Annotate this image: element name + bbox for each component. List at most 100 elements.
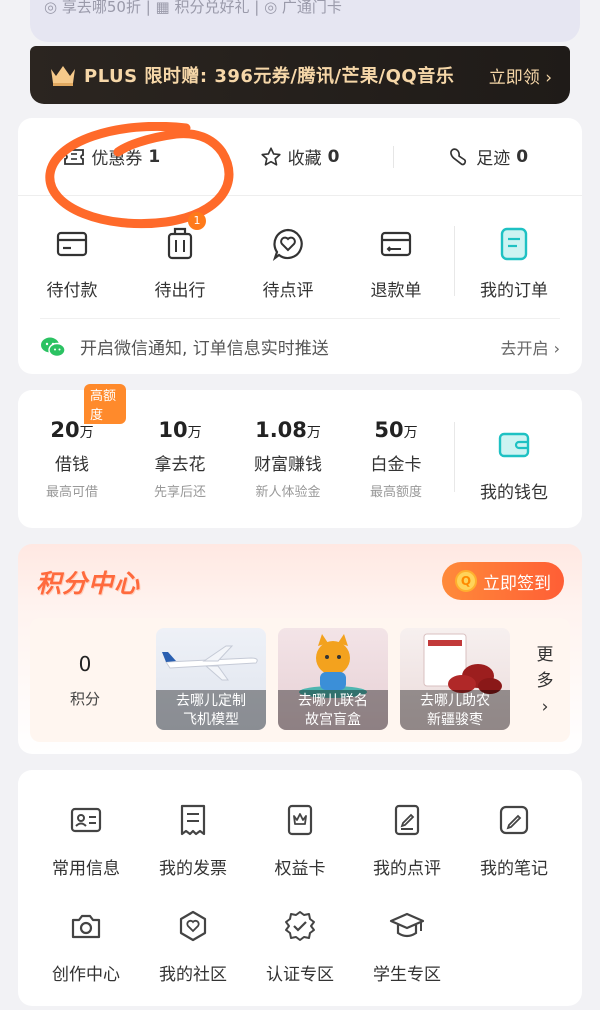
stat-coupon[interactable]: 优惠券 1 [18, 144, 206, 169]
stat-label: 收藏 [287, 149, 322, 169]
finance-subtext: 最高可借 [45, 485, 98, 500]
tool-label: 权益卡 [274, 859, 326, 879]
tool-invoice[interactable]: 我的发票 [143, 800, 243, 879]
finance-name: 拿去花 [154, 455, 206, 475]
star-icon [260, 146, 281, 166]
stat-favorites[interactable]: 收藏 0 [206, 144, 394, 169]
order-label: 待出行 [154, 281, 206, 301]
order-status-row: 待付款 1 待出行 待点评 退款单 我的订单 [18, 212, 582, 324]
finance-amount: 1.08万 [255, 418, 321, 442]
my-wallet-button[interactable]: 我的钱包 [460, 390, 568, 528]
product-caption: 去哪儿助农 新疆骏枣 [400, 690, 510, 730]
order-pending-review[interactable]: 待点评 [234, 214, 342, 324]
top-promo-strip: ◎ 享去哪50折 | ▦ 积分兑好礼 | ◎ 广通门卡 [30, 0, 580, 42]
notification-badge: 1 [188, 212, 206, 230]
product-caption: 去哪儿联名 故宫盲盒 [278, 690, 388, 730]
finance-loan[interactable]: 高额度 20万 借钱 最高可借 [18, 384, 126, 528]
community-icon [173, 906, 213, 946]
footprint-icon [450, 147, 467, 165]
wallet-card-icon [50, 224, 94, 264]
notify-text: 开启微信通知, 订单信息实时推送 [80, 339, 329, 359]
order-label: 退款单 [370, 281, 422, 301]
airplane-model-image [162, 645, 258, 681]
finance-wealth[interactable]: 1.08万 财富赚钱 新人体验金 [234, 390, 342, 528]
tool-my-notes[interactable]: 我的笔记 [464, 800, 564, 879]
stats-row: 优惠券 1 收藏 0 足迹 0 [18, 118, 582, 196]
wallet-label: 我的钱包 [480, 483, 548, 503]
finance-pay-later[interactable]: 10万 拿去花 先享后还 [126, 390, 234, 528]
points-balance[interactable]: 0 积分 [30, 618, 140, 742]
camera-icon [66, 906, 106, 946]
stat-history[interactable]: 足迹 0 [394, 144, 582, 169]
high-quota-badge: 高额度 [84, 384, 126, 424]
stat-count: 0 [516, 146, 529, 167]
jujube-package-image [423, 633, 502, 694]
divider [450, 226, 460, 296]
tool-label: 认证专区 [266, 965, 334, 985]
plus-banner[interactable]: PLUS 限时赠: 396元券/腾讯/芒果/QQ音乐 立即领 › [30, 46, 570, 104]
tool-benefit-card[interactable]: 权益卡 [250, 800, 350, 879]
crown-icon [51, 66, 75, 86]
finance-subtext: 最高额度 [369, 485, 422, 500]
wallet-icon [497, 430, 531, 464]
my-orders-button[interactable]: 我的订单 [460, 214, 568, 324]
stat-count: 1 [148, 146, 161, 167]
tool-label: 学生专区 [373, 965, 441, 985]
review-edit-icon [387, 800, 427, 840]
order-doc-icon [492, 224, 536, 264]
enable-notify-link[interactable]: 去开启 › [501, 335, 561, 359]
tool-label: 我的点评 [373, 859, 441, 879]
product-card-airplane[interactable]: 去哪儿定制 飞机模型 [156, 628, 266, 730]
tool-label: 我的发票 [159, 859, 227, 879]
stat-label: 足迹 [476, 149, 511, 169]
plus-claim-button[interactable]: 立即领 › [489, 63, 552, 88]
plus-promo-text: PLUS 限时赠: 396元券/腾讯/芒果/QQ音乐 [84, 66, 455, 87]
product-card-dates[interactable]: 去哪儿助农 新疆骏枣 [400, 628, 510, 730]
review-heart-icon [266, 224, 310, 264]
order-pending-travel[interactable]: 1 待出行 [126, 212, 234, 324]
order-pending-payment[interactable]: 待付款 [18, 214, 126, 324]
order-label: 待点评 [262, 281, 314, 301]
tool-label: 常用信息 [52, 859, 120, 879]
finance-name: 借钱 [55, 455, 89, 475]
orders-card: 优惠券 1 收藏 0 足迹 0 待付款 1 待出行 待点评 退款单 我的订单 开… [18, 118, 582, 374]
wechat-notify-row[interactable]: 开启微信通知, 订单信息实时推送 去开启 › [40, 318, 560, 374]
tools-card: 常用信息 我的发票 权益卡 我的点评 我的笔记 创作中心 我的社区 认证专区 学… [18, 770, 582, 1006]
divider [450, 390, 460, 528]
benefit-card-icon [280, 800, 320, 840]
order-label: 我的订单 [480, 281, 548, 301]
coupon-icon [64, 148, 85, 165]
id-card-icon [66, 800, 106, 840]
verify-badge-icon [280, 906, 320, 946]
points-center-card: 积分中心 Q 立即签到 0 积分 去哪儿定制 飞机模型 去哪儿联名 故宫盲盒 去… [18, 544, 582, 754]
tool-my-community[interactable]: 我的社区 [143, 906, 243, 985]
product-card-blindbox[interactable]: 去哪儿联名 故宫盲盒 [278, 628, 388, 730]
tool-verification[interactable]: 认证专区 [250, 906, 350, 985]
tool-common-info[interactable]: 常用信息 [36, 800, 136, 879]
wechat-icon [41, 337, 66, 357]
finance-name: 财富赚钱 [254, 455, 322, 475]
tool-label: 我的笔记 [480, 859, 548, 879]
luggage-icon [158, 224, 202, 264]
sign-in-button[interactable]: Q 立即签到 [442, 562, 564, 600]
refund-icon [374, 224, 418, 264]
finance-platinum-card[interactable]: 50万 白金卡 最高额度 [342, 390, 450, 528]
note-pen-icon [494, 800, 534, 840]
tool-my-reviews[interactable]: 我的点评 [357, 800, 457, 879]
more-products-link[interactable]: 更 多 › [534, 642, 556, 720]
graduation-cap-icon [387, 906, 427, 946]
finance-subtext: 新人体验金 [255, 485, 321, 500]
tool-student-zone[interactable]: 学生专区 [357, 906, 457, 985]
tool-creator-center[interactable]: 创作中心 [36, 906, 136, 985]
palace-cat-figure-image [299, 634, 367, 698]
points-value: 0 [78, 651, 92, 676]
coin-icon: Q [455, 570, 477, 592]
stat-label: 优惠券 [91, 149, 143, 169]
points-center-title: 积分中心 [36, 569, 141, 598]
order-refund[interactable]: 退款单 [342, 214, 450, 324]
points-strip: 0 积分 去哪儿定制 飞机模型 去哪儿联名 故宫盲盒 去哪儿助农 新疆骏枣 更 … [30, 618, 570, 742]
finance-amount: 10万 [158, 418, 202, 442]
finance-amount: 50万 [374, 418, 418, 442]
finance-card: 高额度 20万 借钱 最高可借 10万 拿去花 先享后还 1.08万 财富赚钱 … [18, 384, 582, 528]
order-label: 待付款 [46, 281, 98, 301]
